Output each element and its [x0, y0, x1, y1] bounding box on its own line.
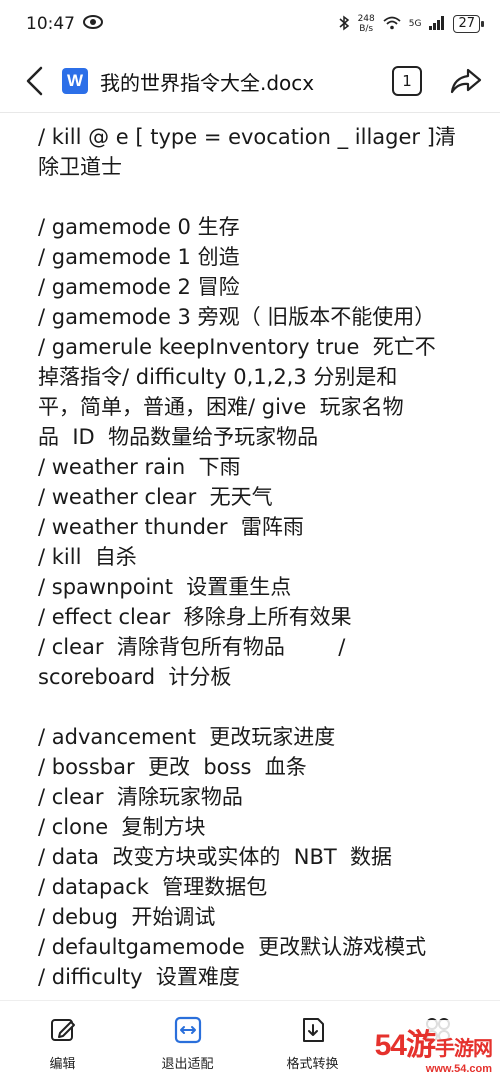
document-line: / data 改变方块或实体的 NBT 数据 [38, 845, 393, 869]
document-line: / gamemode 1 创造 [38, 245, 240, 269]
document-line: 掉落指令/ difficulty 0,1,2,3 分别是和 [38, 365, 398, 389]
document-line: / bossbar 更改 boss 血条 [38, 755, 307, 779]
document-line: / gamemode 0 生存 [38, 215, 240, 239]
bluetooth-icon [338, 15, 350, 34]
convert-label: 格式转换 [286, 1057, 339, 1072]
share-icon [450, 68, 482, 94]
document-line: / advancement 更改玩家进度 [38, 725, 336, 749]
wifi-icon [383, 16, 401, 33]
document-line: / debug 开始调试 [38, 905, 216, 929]
fit-width-icon [173, 1015, 203, 1045]
document-line: / weather clear 无天气 [38, 485, 273, 509]
back-button[interactable] [16, 61, 52, 101]
document-line: / clear 清除玩家物品 [38, 785, 243, 809]
document-title: 我的世界指令大全.docx [100, 70, 315, 95]
document-line: / effect clear 移除身上所有效果 [38, 605, 352, 629]
document-line: 平，简单，普通，困难/ give 玩家名物 [38, 395, 404, 419]
document-line: / clone 复制方块 [38, 815, 206, 839]
battery-indicator: 27 [453, 15, 484, 33]
edit-button[interactable]: 编辑 [13, 1015, 113, 1072]
document-line: / gamerule keepInventory true 死亡不 [38, 335, 436, 359]
document-line: / kill @ e [ type = evocation _ illager … [38, 125, 456, 149]
document-line: 品 ID 物品数量给予玩家物品 [38, 425, 319, 449]
net-speed-value: 248 [357, 14, 375, 24]
word-app-icon: W [62, 68, 88, 94]
chevron-left-icon [26, 66, 43, 96]
title-bar: W 我的世界指令大全.docx 1 [0, 50, 500, 112]
signal-icon [429, 15, 445, 33]
document-line: 除卫道士 [38, 155, 122, 179]
eye-icon [83, 14, 103, 34]
watermark-url: www.54.com [425, 1063, 492, 1075]
net-speed-unit: B/s [359, 24, 374, 34]
document-line: / datapack 管理数据包 [38, 875, 268, 899]
watermark-text: 54游 [374, 1029, 436, 1062]
document-line: / difficulty 设置难度 [38, 965, 240, 989]
status-bar: 10:47 248 B/s 5G 27 [0, 0, 500, 48]
status-time: 10:47 [26, 14, 75, 34]
edit-icon [48, 1015, 78, 1045]
convert-icon [298, 1015, 328, 1045]
document-line: / kill 自杀 [38, 545, 137, 569]
document-line: / gamemode 3 旁观（ 旧版本不能使用） [38, 305, 436, 329]
page-count-button[interactable]: 1 [392, 66, 422, 96]
document-line: / clear 清除背包所有物品 / [38, 635, 346, 659]
document-line: / weather rain 下雨 [38, 455, 241, 479]
status-right: 248 B/s 5G 27 [338, 14, 484, 34]
site-watermark: 54游手游网 www.54.com [370, 1020, 496, 1075]
exit-fit-button[interactable]: 退出适配 [138, 1015, 238, 1072]
share-button[interactable] [448, 63, 484, 99]
document-line: / spawnpoint 设置重生点 [38, 575, 292, 599]
exit-fit-label: 退出适配 [161, 1057, 214, 1072]
format-convert-button[interactable]: 格式转换 [263, 1015, 363, 1072]
document-line: scoreboard 计分板 [38, 665, 232, 689]
title-divider [0, 112, 500, 113]
edit-label: 编辑 [49, 1057, 76, 1072]
document-line: / weather thunder 雷阵雨 [38, 515, 304, 539]
document-line: / defaultgamemode 更改默认游戏模式 [38, 935, 427, 959]
watermark-site: 手游网 [435, 1038, 493, 1060]
network-type: 5G [408, 19, 422, 29]
document-content[interactable]: / kill @ e [ type = evocation _ illager … [38, 122, 470, 992]
net-speed: 248 B/s [358, 14, 375, 34]
document-line: / gamemode 2 冒险 [38, 275, 240, 299]
status-left: 10:47 [26, 14, 103, 34]
